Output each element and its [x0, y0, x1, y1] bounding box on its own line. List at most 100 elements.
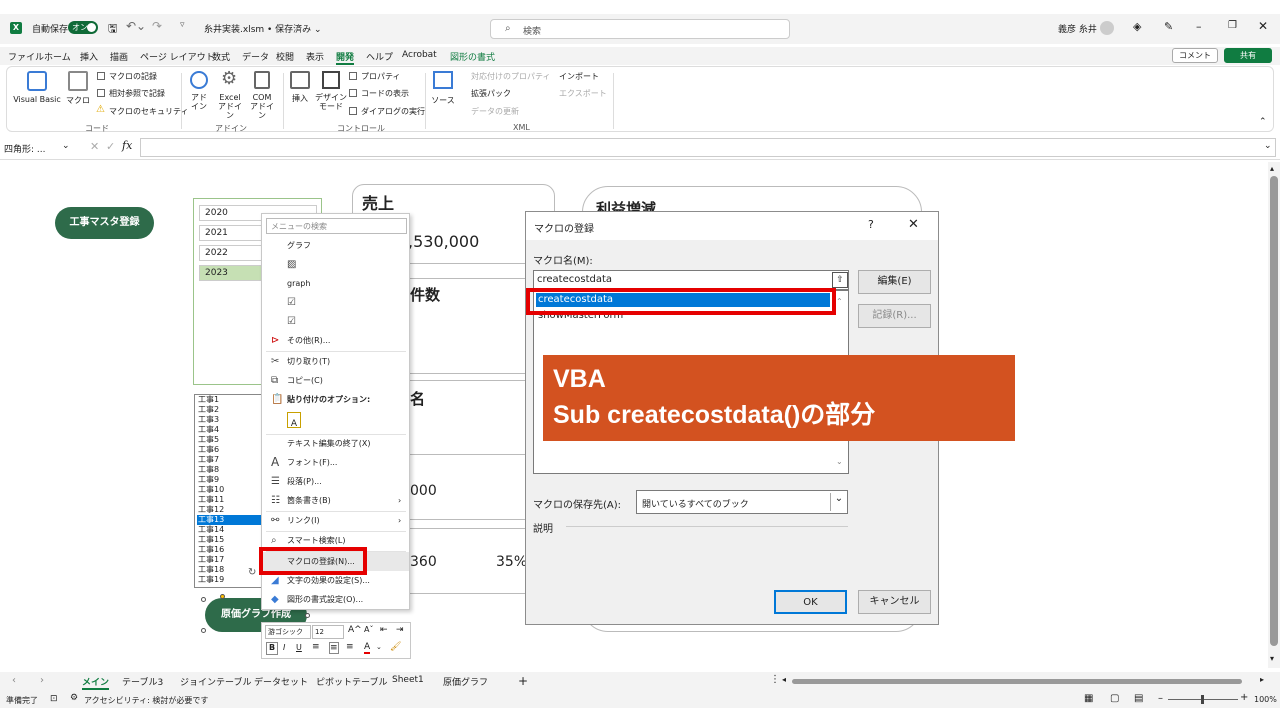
bold-icon[interactable]: B	[266, 642, 278, 655]
menu-item-format-shape[interactable]: ◆ 図形の書式設定(O)...	[262, 590, 409, 609]
expand-formula-icon[interactable]: ⌄	[1264, 141, 1272, 151]
list-item-selected[interactable]: 工事13	[197, 515, 261, 525]
tab-shape-format[interactable]: 図形の書式	[450, 50, 495, 63]
list-item[interactable]: 工事16	[197, 545, 261, 555]
macro-name-input[interactable]: createcostdata ⇧	[533, 270, 849, 290]
more-tabs-icon[interactable]: ⋮	[770, 674, 780, 685]
italic-icon[interactable]: I	[283, 643, 285, 652]
menu-item-other[interactable]: ⊳ その他(R)...	[262, 331, 409, 350]
macro-security-button[interactable]: マクロのセキュリティ	[109, 106, 189, 117]
enter-icon[interactable]: ✓	[106, 140, 115, 153]
collapse-ribbon-icon[interactable]: ⌃	[1259, 117, 1267, 127]
sheet-tab[interactable]: テーブル3	[122, 675, 163, 688]
view-code-button[interactable]: コードの表示	[361, 88, 409, 99]
list-item[interactable]: 工事8	[197, 465, 261, 475]
list-item[interactable]: 工事7	[197, 455, 261, 465]
tab-data[interactable]: データ	[242, 50, 269, 63]
tab-review[interactable]: 校閲	[276, 50, 294, 63]
tab-page-layout[interactable]: ページ レイアウト	[140, 50, 215, 63]
name-box-dropdown-icon[interactable]: ⌄	[62, 141, 70, 151]
font-name-select[interactable]: 游ゴシック	[265, 625, 311, 639]
accessibility-status[interactable]: アクセシビリティ: 検討が必要です	[84, 695, 208, 706]
tab-view[interactable]: 表示	[306, 50, 324, 63]
save-in-select[interactable]: 開いているすべてのブック ⌄	[636, 490, 848, 514]
shrink-font-icon[interactable]: Aˇ	[364, 625, 373, 634]
menu-item-link[interactable]: ⚯ リンク(I) ›	[262, 511, 409, 530]
comment-button[interactable]: コメント	[1172, 48, 1218, 63]
underline-icon[interactable]: U	[296, 643, 302, 652]
align-left-icon[interactable]: ≡	[312, 642, 320, 652]
pen-icon[interactable]: ✎	[1164, 20, 1173, 33]
sheet-tab[interactable]: ピボットテーブル	[316, 675, 387, 688]
cancel-button[interactable]: キャンセル	[858, 590, 931, 614]
selection-handle[interactable]	[220, 594, 225, 599]
page-layout-view-icon[interactable]: ▢	[1110, 693, 1119, 704]
save-icon[interactable]: 🖫	[108, 20, 117, 39]
tab-developer[interactable]: 開発	[336, 50, 355, 65]
tab-insert[interactable]: 挿入	[80, 50, 98, 63]
user-name[interactable]: 義彦 糸井	[1058, 22, 1097, 35]
cancel-icon[interactable]: ✕	[90, 140, 99, 153]
sheet-tab-active[interactable]: メイン	[82, 675, 110, 690]
expansion-pack-button[interactable]: 拡張パック	[471, 88, 511, 99]
format-painter-icon[interactable]: 🖌	[390, 642, 401, 652]
menu-item-exit-text-edit[interactable]: テキスト編集の終了(X)	[262, 434, 409, 453]
avatar[interactable]	[1100, 21, 1114, 35]
selection-handle[interactable]	[201, 597, 206, 602]
help-button[interactable]: ?	[868, 218, 874, 231]
sheet-tab[interactable]: ジョインテーブル	[180, 675, 251, 688]
menu-item-cut[interactable]: ✂ 切り取り(T)	[262, 352, 409, 371]
tab-draw[interactable]: 描画	[110, 50, 128, 63]
zoom-in-icon[interactable]: +	[1240, 692, 1248, 703]
fx-icon[interactable]: fx	[122, 139, 132, 152]
tab-file[interactable]: ファイル	[8, 50, 44, 63]
menu-item-font[interactable]: A フォント(F)...	[262, 453, 409, 472]
relative-ref-button[interactable]: 相対参照で記録	[109, 88, 165, 99]
increase-indent-icon[interactable]: ⇤	[380, 625, 388, 635]
close-icon[interactable]: ✕	[1258, 19, 1268, 33]
scroll-down-icon[interactable]: ▾	[1270, 654, 1274, 663]
next-sheet-icon[interactable]: ›	[40, 675, 44, 686]
undo-icon[interactable]: ↶⌄	[126, 19, 146, 33]
font-color-icon[interactable]: A	[364, 642, 371, 654]
rotate-icon[interactable]: ↻	[248, 567, 256, 578]
properties-button[interactable]: プロパティ	[361, 71, 401, 82]
menu-item-checkbox-2[interactable]: ☑	[262, 312, 409, 331]
vertical-scrollbar[interactable]: ▴ ▾	[1268, 162, 1280, 668]
list-item[interactable]: 工事2	[197, 405, 261, 415]
list-item[interactable]: 工事6	[197, 445, 261, 455]
menu-item-bullets[interactable]: ☷ 箇条書き(B) ›	[262, 491, 409, 510]
sheet-tab[interactable]: Sheet1	[392, 675, 424, 685]
master-register-button[interactable]: 工事マスタ登録	[55, 207, 154, 239]
list-item[interactable]: 工事11	[197, 495, 261, 505]
sheet-tab[interactable]: 原価グラフ	[443, 675, 488, 688]
list-scroll-down-icon[interactable]: ⌄	[836, 457, 843, 466]
dialog-close-icon[interactable]: ✕	[908, 217, 919, 232]
list-scroll-up-icon[interactable]: ⌃	[836, 297, 843, 306]
tab-acrobat[interactable]: Acrobat	[402, 50, 437, 60]
record-macro-button[interactable]: マクロの記録	[109, 71, 157, 82]
scroll-left-icon[interactable]: ◂	[782, 675, 786, 684]
horizontal-scrollbar[interactable]	[792, 679, 1242, 684]
page-break-view-icon[interactable]: ▤	[1134, 693, 1143, 704]
record-button[interactable]: 記録(R)...	[858, 304, 931, 328]
menu-item-graph-en[interactable]: graph	[262, 274, 409, 293]
restore-icon[interactable]: ❐	[1228, 20, 1237, 31]
zoom-out-icon[interactable]: –	[1158, 693, 1163, 704]
autosave-toggle[interactable]: オン	[68, 21, 98, 34]
selection-handle[interactable]	[305, 613, 310, 618]
scroll-thumb[interactable]	[1270, 176, 1278, 646]
normal-view-icon[interactable]: ▦	[1084, 693, 1093, 704]
edit-button[interactable]: 編集(E)	[858, 270, 931, 294]
font-size-select[interactable]: 12	[312, 625, 344, 639]
list-item[interactable]: 工事3	[197, 415, 261, 425]
prev-sheet-icon[interactable]: ‹	[12, 675, 16, 686]
align-right-icon[interactable]: ≡	[346, 642, 354, 652]
list-item[interactable]: 工事5	[197, 435, 261, 445]
collapse-dialog-icon[interactable]: ⇧	[832, 272, 848, 288]
diamond-icon[interactable]: ◈	[1133, 20, 1141, 33]
selection-handle[interactable]	[201, 628, 206, 633]
share-button[interactable]: 共有	[1224, 48, 1272, 63]
list-item[interactable]: 工事1	[197, 395, 261, 405]
list-item[interactable]: 工事10	[197, 485, 261, 495]
